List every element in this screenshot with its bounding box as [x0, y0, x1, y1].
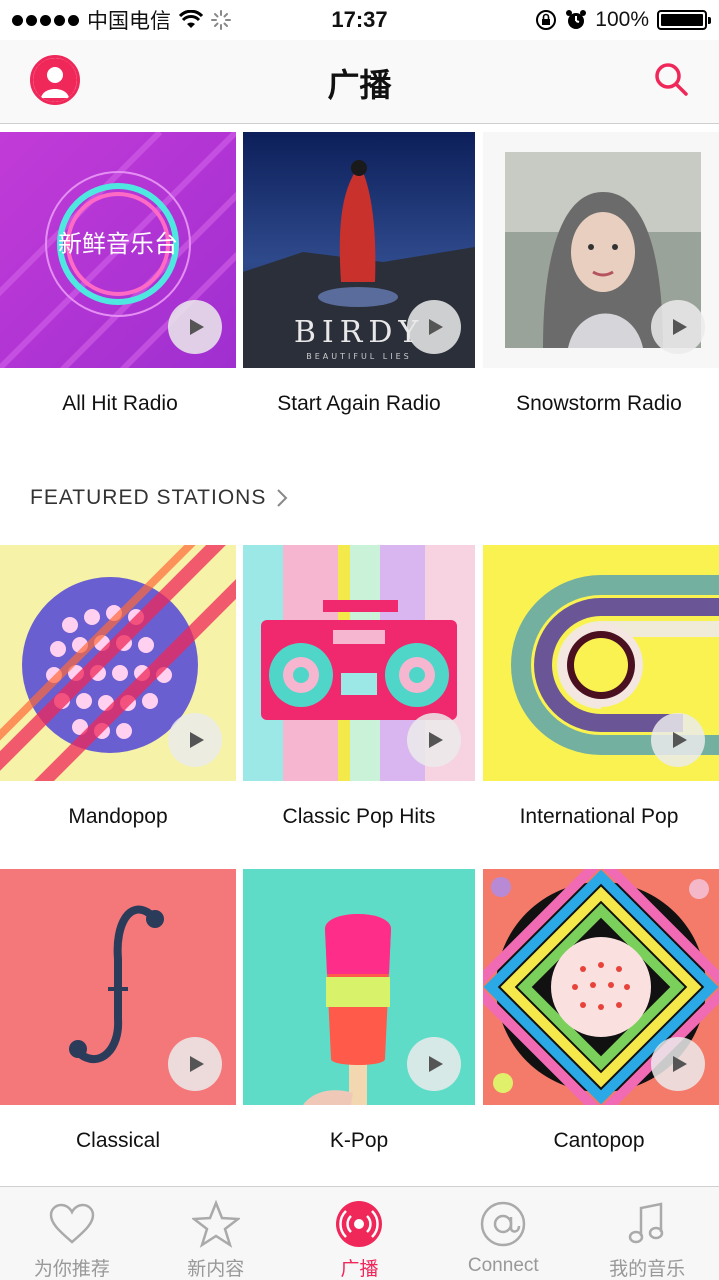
rotation-lock-icon	[536, 10, 557, 30]
station-label: Cantopop	[553, 1129, 645, 1152]
station-label: Classical	[75, 1129, 161, 1152]
radio-icon	[334, 1199, 384, 1248]
at-icon	[478, 1199, 528, 1249]
station-tile-start-again-radio[interactable]: BIRDY BEAUTIFUL LIES	[243, 132, 475, 368]
play-button[interactable]	[168, 300, 222, 354]
station-label: Snowstorm Radio	[516, 392, 682, 415]
station-label: International Pop	[519, 805, 679, 828]
status-left: 中国电信	[12, 5, 231, 35]
tab-label: 广播	[340, 1259, 379, 1280]
play-button[interactable]	[651, 1037, 705, 1091]
tab-label: 为你推荐	[33, 1259, 110, 1280]
station-tile-international-pop[interactable]	[483, 545, 719, 781]
station-tile-k-pop[interactable]	[243, 869, 475, 1105]
tab-my-music[interactable]: 我的音乐	[575, 1187, 719, 1280]
tab-radio[interactable]: 广播	[288, 1187, 432, 1280]
page-title: 广播	[327, 67, 392, 103]
station-label: K-Pop	[329, 1129, 389, 1152]
battery-fill	[661, 14, 703, 26]
status-right: 100%	[535, 8, 711, 32]
heart-icon	[47, 1199, 97, 1248]
artwork-subtext: BEAUTIFUL LIES	[306, 352, 412, 361]
tab-bar: 为你推荐 新内容 广播 Connect 我的音乐	[0, 1186, 719, 1280]
artwork-text: BIRDY	[294, 315, 424, 350]
play-button[interactable]	[407, 713, 461, 767]
tab-label: Connect	[467, 1255, 539, 1276]
play-button[interactable]	[407, 300, 461, 354]
battery-icon	[657, 10, 711, 30]
artwork-text: 新鲜音乐台	[58, 230, 178, 258]
play-button[interactable]	[168, 1037, 222, 1091]
tab-for-you[interactable]: 为你推荐	[0, 1187, 144, 1280]
play-button[interactable]	[651, 713, 705, 767]
play-button[interactable]	[651, 300, 705, 354]
search-button[interactable]	[652, 60, 692, 100]
signal-icon	[12, 14, 79, 26]
music-note-icon	[622, 1199, 672, 1248]
tab-label: 我的音乐	[609, 1259, 686, 1280]
star-icon	[191, 1199, 241, 1248]
alarm-icon	[566, 10, 587, 29]
station-label: Classic Pop Hits	[282, 805, 436, 828]
station-tile-mandopop[interactable]	[0, 545, 236, 781]
chevron-right-icon	[277, 489, 288, 507]
station-label: Start Again Radio	[277, 392, 441, 415]
station-tile-all-hit-radio[interactable]: 新鲜音乐台	[0, 132, 236, 368]
search-icon	[655, 63, 688, 96]
play-button[interactable]	[168, 713, 222, 767]
play-button[interactable]	[407, 1037, 461, 1091]
battery-percent: 100%	[595, 8, 649, 31]
featured-stations-header[interactable]: FEATURED STATIONS	[30, 486, 288, 510]
status-bar: 中国电信 17:37 100%	[0, 0, 719, 40]
station-tile-classic-pop-hits[interactable]	[243, 545, 475, 781]
tab-label: 新内容	[187, 1259, 245, 1280]
tab-connect[interactable]: Connect	[431, 1187, 575, 1280]
section-title: FEATURED STATIONS	[30, 486, 267, 509]
wifi-icon	[179, 10, 203, 28]
nav-bar: 广播	[0, 40, 719, 124]
tab-new[interactable]: 新内容	[144, 1187, 288, 1280]
station-label: Mandopop	[68, 805, 168, 828]
station-tile-snowstorm-radio[interactable]	[483, 132, 719, 368]
station-label: All Hit Radio	[62, 392, 178, 415]
carrier-label: 中国电信	[87, 10, 171, 33]
station-tile-classical[interactable]	[0, 869, 236, 1105]
station-tile-cantopop[interactable]	[483, 869, 719, 1105]
activity-spinner-icon	[211, 10, 231, 30]
